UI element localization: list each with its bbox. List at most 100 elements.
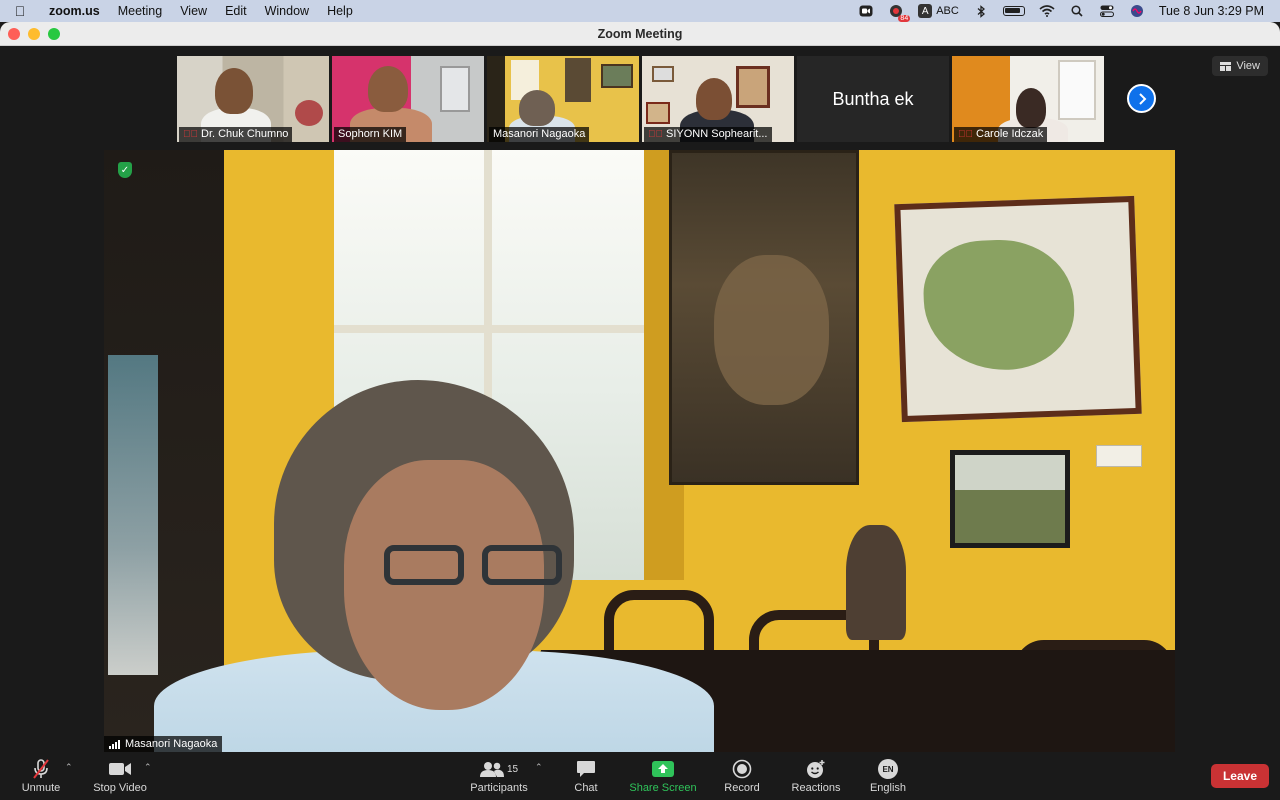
zoom-status-icon[interactable] bbox=[858, 5, 874, 17]
glasses-lens-right bbox=[482, 545, 562, 585]
participant-figure bbox=[696, 78, 732, 120]
stone-face-decor bbox=[714, 255, 829, 405]
menu-view[interactable]: View bbox=[171, 4, 216, 18]
participant-name: Dr. Chuk Chumno bbox=[201, 128, 289, 140]
participants-options-caret-icon[interactable]: ⌃ bbox=[535, 762, 543, 773]
muted-microphone-icon bbox=[31, 758, 51, 780]
participant-name: Carole Idczak bbox=[976, 128, 1044, 140]
window-frame-decor bbox=[334, 325, 644, 333]
participant-name: SIYONN Sophearit... bbox=[666, 128, 768, 140]
window-controls bbox=[8, 27, 60, 40]
participant-figure bbox=[1016, 88, 1046, 128]
siri-icon[interactable] bbox=[1129, 5, 1145, 17]
video-options-caret-icon[interactable]: ⌃ bbox=[144, 762, 152, 773]
participants-icon-group: 15 bbox=[479, 758, 519, 780]
active-speaker-video[interactable]: ✓ Masanori Nagaoka bbox=[104, 150, 1175, 752]
wifi-icon[interactable] bbox=[1039, 5, 1055, 17]
chat-bubble-icon bbox=[576, 758, 596, 780]
flowers-decor bbox=[295, 100, 323, 126]
participant-name: Buntha ek bbox=[832, 88, 914, 109]
chat-button[interactable]: Chat bbox=[566, 752, 606, 800]
smiley-plus-icon bbox=[805, 758, 827, 780]
input-source-icon: A bbox=[918, 4, 933, 18]
participant-thumbnail[interactable]: 🎤⃠ Carole Idczak bbox=[952, 56, 1104, 142]
picture-decor bbox=[736, 66, 770, 108]
participants-count: 15 bbox=[506, 763, 519, 775]
window-titlebar: Zoom Meeting bbox=[0, 22, 1280, 46]
muted-mic-icon: 🎤⃠ bbox=[648, 128, 663, 140]
participant-thumbnail-active[interactable]: Masanori Nagaoka bbox=[487, 56, 639, 142]
picture-decor bbox=[646, 102, 670, 124]
share-screen-label: Share Screen bbox=[629, 782, 697, 794]
menu-bar-clock[interactable]: Tue 8 Jun 3:29 PM bbox=[1159, 4, 1264, 18]
unmute-button[interactable]: Unmute bbox=[20, 752, 62, 800]
record-button[interactable]: Record bbox=[720, 752, 764, 800]
chat-label: Chat bbox=[574, 782, 598, 794]
menu-bar-status-area: 84 A ABC Tue 8 Jun 3:29 PM bbox=[858, 4, 1280, 22]
record-label: Record bbox=[724, 782, 760, 794]
participant-name-label: Masanori Nagaoka bbox=[489, 127, 590, 142]
participant-figure bbox=[215, 68, 253, 114]
video-camera-icon bbox=[108, 758, 132, 780]
language-code-badge: EN bbox=[878, 759, 898, 779]
participant-name-label: 🎤⃠ Dr. Chuk Chumno bbox=[179, 127, 293, 142]
input-source-label: ABC bbox=[936, 5, 959, 17]
glasses-lens-left bbox=[384, 545, 464, 585]
leave-meeting-button[interactable]: Leave bbox=[1210, 764, 1269, 788]
window-decor bbox=[440, 66, 470, 112]
minimize-window-button[interactable] bbox=[28, 27, 40, 40]
window-title: Zoom Meeting bbox=[597, 26, 683, 41]
menu-meeting[interactable]: Meeting bbox=[109, 4, 171, 18]
spotlight-search-icon[interactable] bbox=[1069, 5, 1085, 17]
speaker-face bbox=[344, 460, 544, 710]
bookcase-glass-decor bbox=[108, 355, 158, 675]
share-screen-button[interactable]: Share Screen bbox=[626, 752, 700, 800]
participant-thumbnail[interactable]: Sophorn KIM bbox=[332, 56, 484, 142]
audio-options-caret-icon[interactable]: ⌃ bbox=[65, 762, 73, 773]
menu-help[interactable]: Help bbox=[318, 4, 362, 18]
notification-icon[interactable]: 84 bbox=[888, 5, 911, 22]
menu-app-zoom[interactable]: zoom.us bbox=[40, 4, 109, 18]
participant-figure bbox=[368, 66, 408, 112]
zoom-window-button[interactable] bbox=[48, 27, 60, 40]
participant-figure bbox=[519, 90, 555, 126]
participant-name-label: 🎤⃠ SIYONN Sophearit... bbox=[644, 127, 772, 142]
participants-label: Participants bbox=[470, 782, 528, 794]
participants-button[interactable]: 15 Participants bbox=[467, 752, 531, 800]
menu-window[interactable]: Window bbox=[256, 4, 318, 18]
participant-thumbnail-strip: 🎤⃠ Dr. Chuk Chumno Sophorn KIM Masanori … bbox=[177, 56, 1104, 142]
speaker-name: Masanori Nagaoka bbox=[125, 738, 218, 750]
speaker-name-label: Masanori Nagaoka bbox=[104, 736, 223, 752]
notification-badge: 84 bbox=[898, 15, 911, 22]
macos-menu-bar:  zoom.us Meeting View Edit Window Help … bbox=[0, 0, 1280, 22]
grid-icon bbox=[1220, 61, 1232, 71]
view-button[interactable]: View bbox=[1212, 56, 1268, 76]
window-decor bbox=[1058, 60, 1096, 120]
statue-decor bbox=[565, 58, 591, 102]
control-center-icon[interactable] bbox=[1099, 5, 1115, 17]
menu-edit[interactable]: Edit bbox=[216, 4, 256, 18]
participants-icon bbox=[479, 762, 504, 777]
view-button-label: View bbox=[1236, 60, 1260, 72]
apple-menu-icon[interactable]:  bbox=[0, 3, 40, 19]
bluetooth-icon[interactable] bbox=[973, 4, 989, 18]
next-page-button[interactable] bbox=[1127, 84, 1156, 113]
muted-mic-icon: 🎤⃠ bbox=[183, 128, 198, 140]
muted-mic-icon: 🎤⃠ bbox=[958, 128, 973, 140]
participant-thumbnail[interactable]: 🎤⃠ SIYONN Sophearit... bbox=[642, 56, 794, 142]
stop-video-button[interactable]: Stop Video bbox=[90, 752, 150, 800]
statue-decor bbox=[846, 525, 906, 640]
unmute-label: Unmute bbox=[21, 782, 61, 794]
light-switch-decor bbox=[1096, 445, 1142, 467]
battery-icon[interactable] bbox=[1002, 6, 1025, 16]
picture-decor bbox=[601, 64, 633, 88]
participant-name-label: Sophorn KIM bbox=[334, 127, 407, 142]
language-interpretation-button[interactable]: EN English bbox=[866, 752, 910, 800]
security-shield-icon[interactable]: ✓ bbox=[118, 162, 132, 178]
input-source[interactable]: A ABC bbox=[918, 4, 959, 18]
reactions-button[interactable]: Reactions bbox=[788, 752, 844, 800]
close-window-button[interactable] bbox=[8, 27, 20, 40]
participant-name-label: 🎤⃠ Carole Idczak bbox=[954, 127, 1048, 142]
participant-thumbnail-video-off[interactable]: Buntha ek bbox=[797, 56, 949, 142]
participant-thumbnail[interactable]: 🎤⃠ Dr. Chuk Chumno bbox=[177, 56, 329, 142]
